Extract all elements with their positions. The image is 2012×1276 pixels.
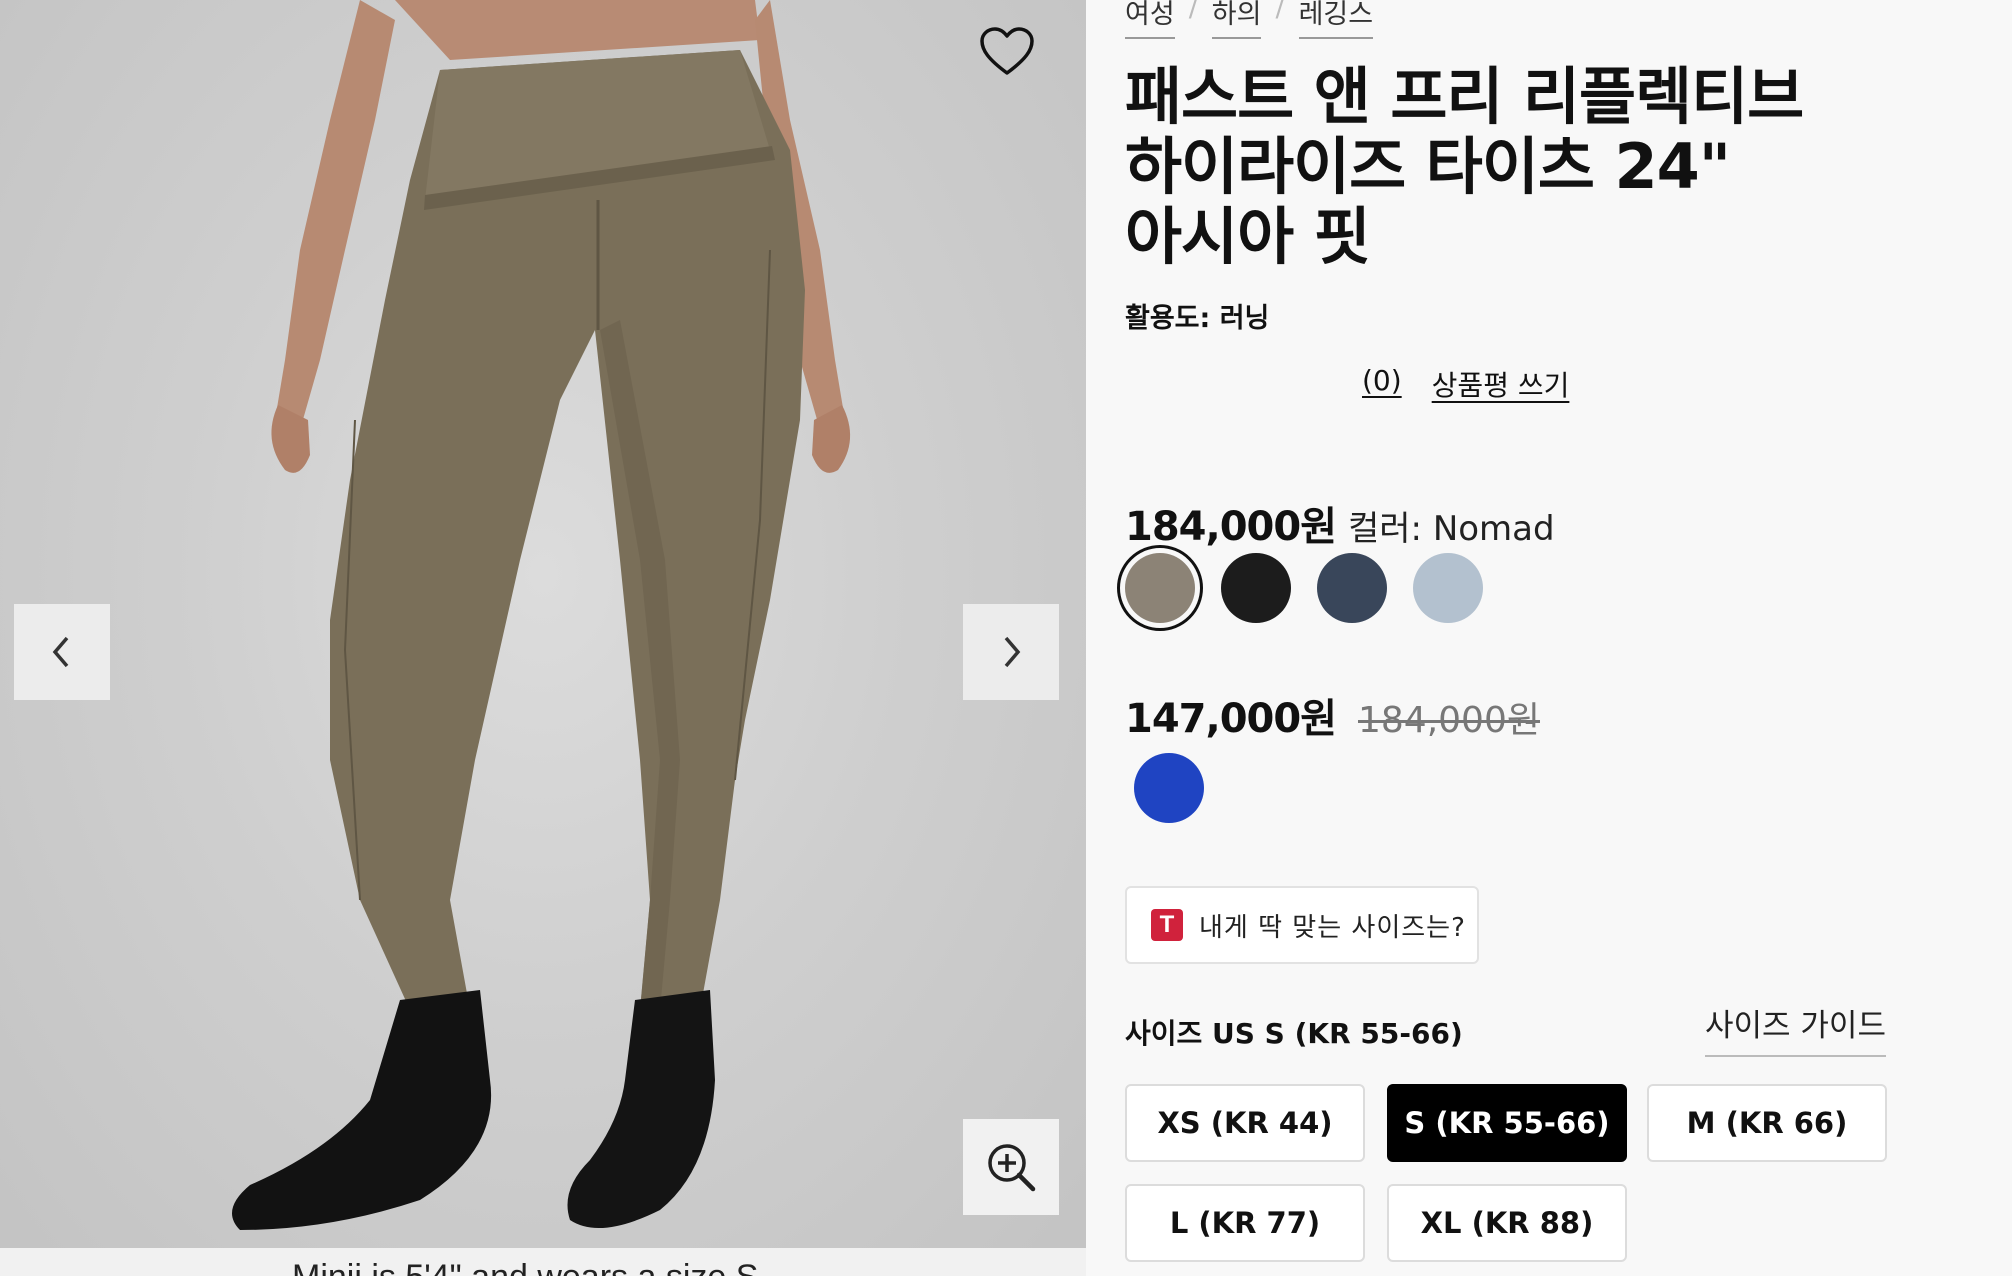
sale-color-swatch[interactable] [1134,753,1204,823]
size-option-xl[interactable]: XL (KR 88) [1387,1184,1627,1262]
price-row: 184,000원 컬러: Nomad [1125,494,1555,552]
size-guide-link[interactable]: 사이즈 가이드 [1705,1000,1886,1057]
size-finder-label: 내게 딱 맞는 사이즈는? [1199,912,1466,943]
title-line-3: 아시아 핏 [1125,200,1371,273]
breadcrumb-bottoms[interactable]: 하의 [1211,0,1262,39]
sale-color-swatches [1134,753,1204,823]
product-gallery: Minji is 5'4" and wears a size S [0,0,1086,1276]
breadcrumb-leggings[interactable]: 레깅스 [1298,0,1374,39]
size-option-s[interactable]: S (KR 55-66) [1387,1084,1627,1162]
previous-image-button[interactable] [14,604,110,700]
review-count-link[interactable]: (0) [1362,364,1402,404]
reviews-row: (0) 상품평 쓰기 [1362,364,1569,404]
title-line-2: 하이라이즈 타이츠 24" [1125,130,1731,203]
sale-price: 147,000원 [1125,696,1337,742]
original-price: 184,000원 [1358,700,1540,741]
regular-price: 184,000원 [1125,504,1337,550]
zoom-button[interactable] [963,1119,1059,1215]
wishlist-button[interactable] [978,26,1036,78]
selected-size-label: 사이즈 US S (KR 55-66) [1125,1017,1463,1050]
size-option-m[interactable]: M (KR 66) [1647,1084,1887,1162]
color-swatches [1117,545,1483,631]
color-swatch[interactable] [1317,553,1387,623]
title-line-1: 패스트 앤 프리 리플렉티브 [1125,60,1804,133]
color-swatch[interactable] [1221,553,1291,623]
size-finder-button[interactable]: T 내게 딱 맞는 사이즈는? [1125,886,1479,964]
breadcrumb: 여성 / 하의 / 레깅스 [1125,0,1374,39]
sale-price-row: 147,000원 184,000원 [1125,686,1540,744]
size-finder-logo: T [1151,909,1183,941]
breadcrumb-separator: / [1188,0,1198,23]
product-info: 여성 / 하의 / 레깅스 패스트 앤 프리 리플렉티브 하이라이즈 타이츠 2… [1117,0,1985,1276]
image-caption-bar: Minji is 5'4" and wears a size S [0,1248,1086,1276]
next-image-button[interactable] [963,604,1059,700]
selected-color-label: 컬러: Nomad [1348,509,1555,549]
color-swatch[interactable] [1413,553,1483,623]
size-option-l[interactable]: L (KR 77) [1125,1184,1365,1262]
product-title: 패스트 앤 프리 리플렉티브 하이라이즈 타이츠 24" 아시아 핏 [1125,62,1945,272]
color-swatch[interactable] [1117,545,1203,631]
zoom-in-icon [988,1144,1036,1192]
chevron-right-icon [1004,636,1021,668]
heart-icon [980,27,1034,75]
chevron-left-icon [52,636,69,668]
image-caption: Minji is 5'4" and wears a size S [292,1258,758,1276]
product-photo [232,0,851,1230]
breadcrumb-women[interactable]: 여성 [1125,0,1175,39]
write-review-link[interactable]: 상품평 쓰기 [1432,364,1570,404]
size-option-xs[interactable]: XS (KR 44) [1125,1084,1365,1162]
breadcrumb-separator: / [1275,0,1285,23]
product-activity: 활용도: 러닝 [1125,303,1270,334]
